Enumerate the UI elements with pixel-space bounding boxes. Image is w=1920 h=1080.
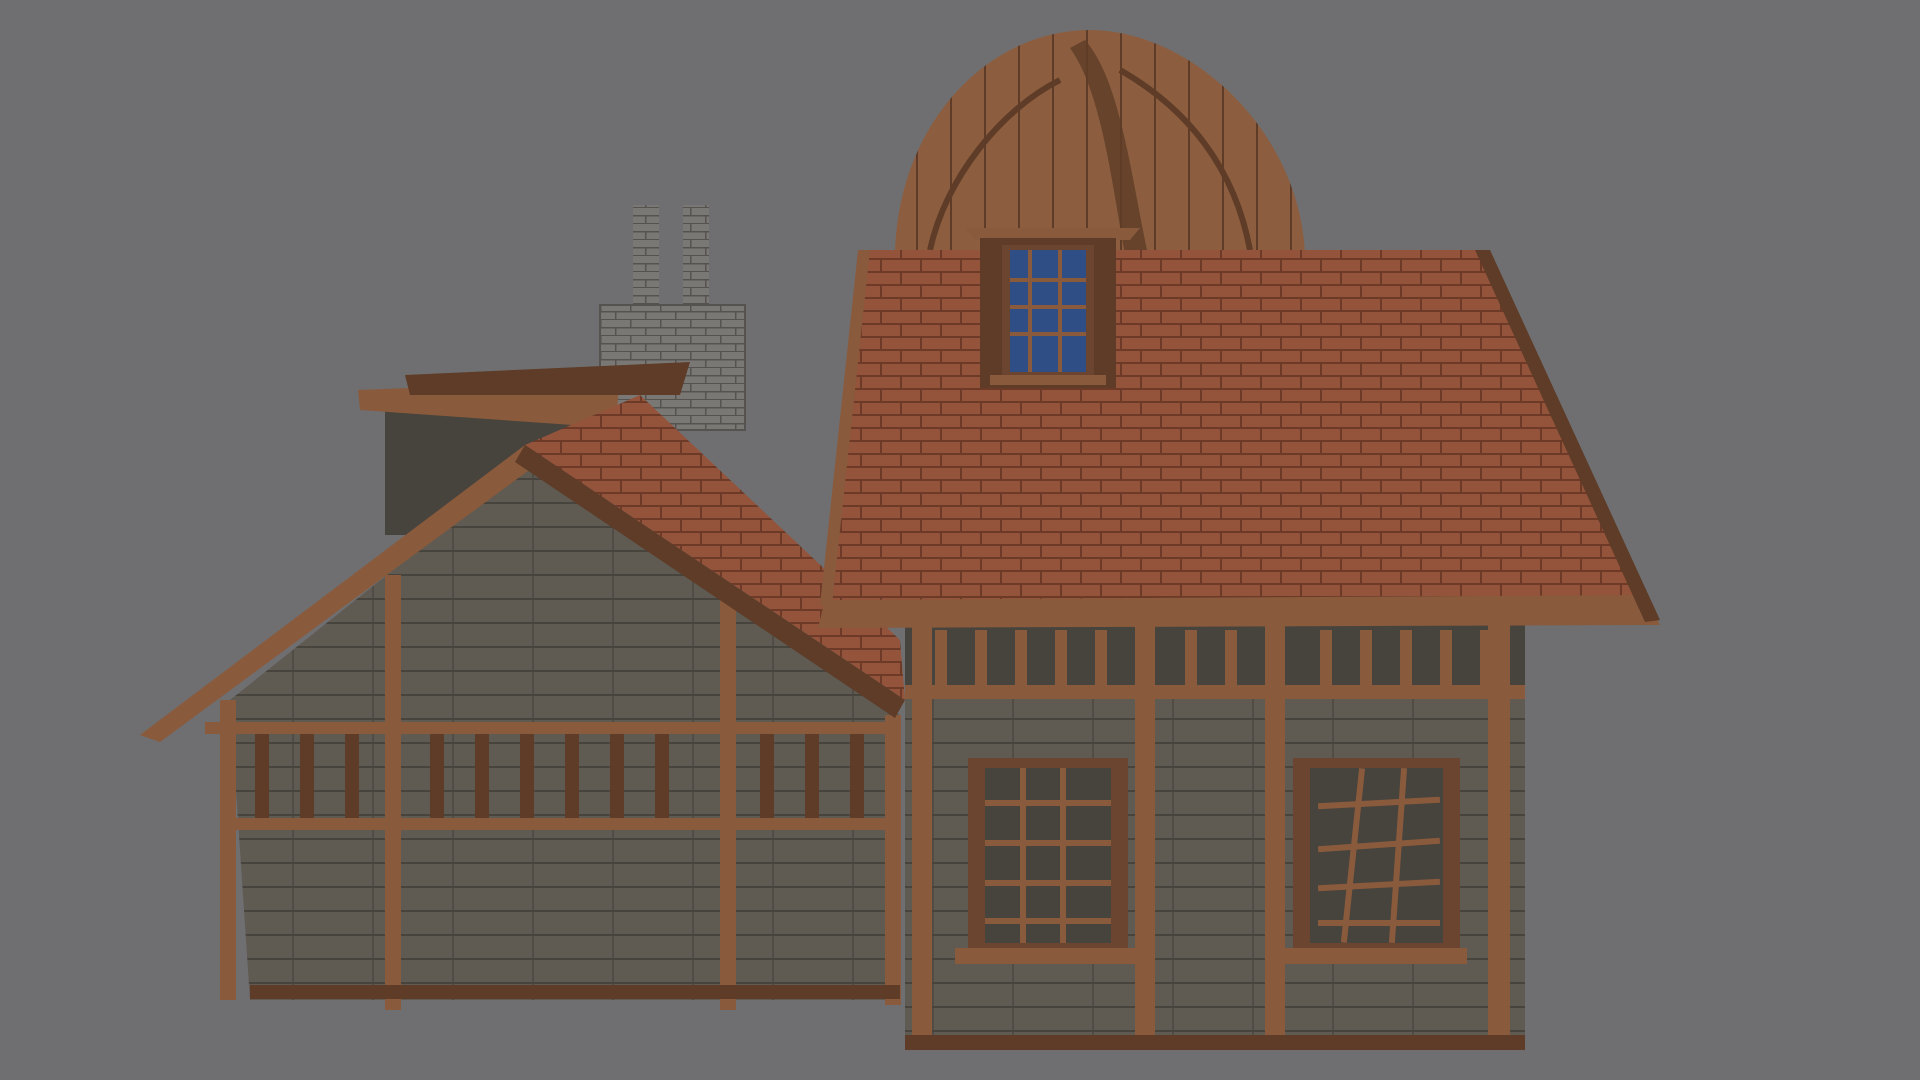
window-right-broken [1282,758,1467,964]
window-left [955,758,1135,964]
render-scene [0,0,1920,1080]
dormer-window [965,228,1140,388]
